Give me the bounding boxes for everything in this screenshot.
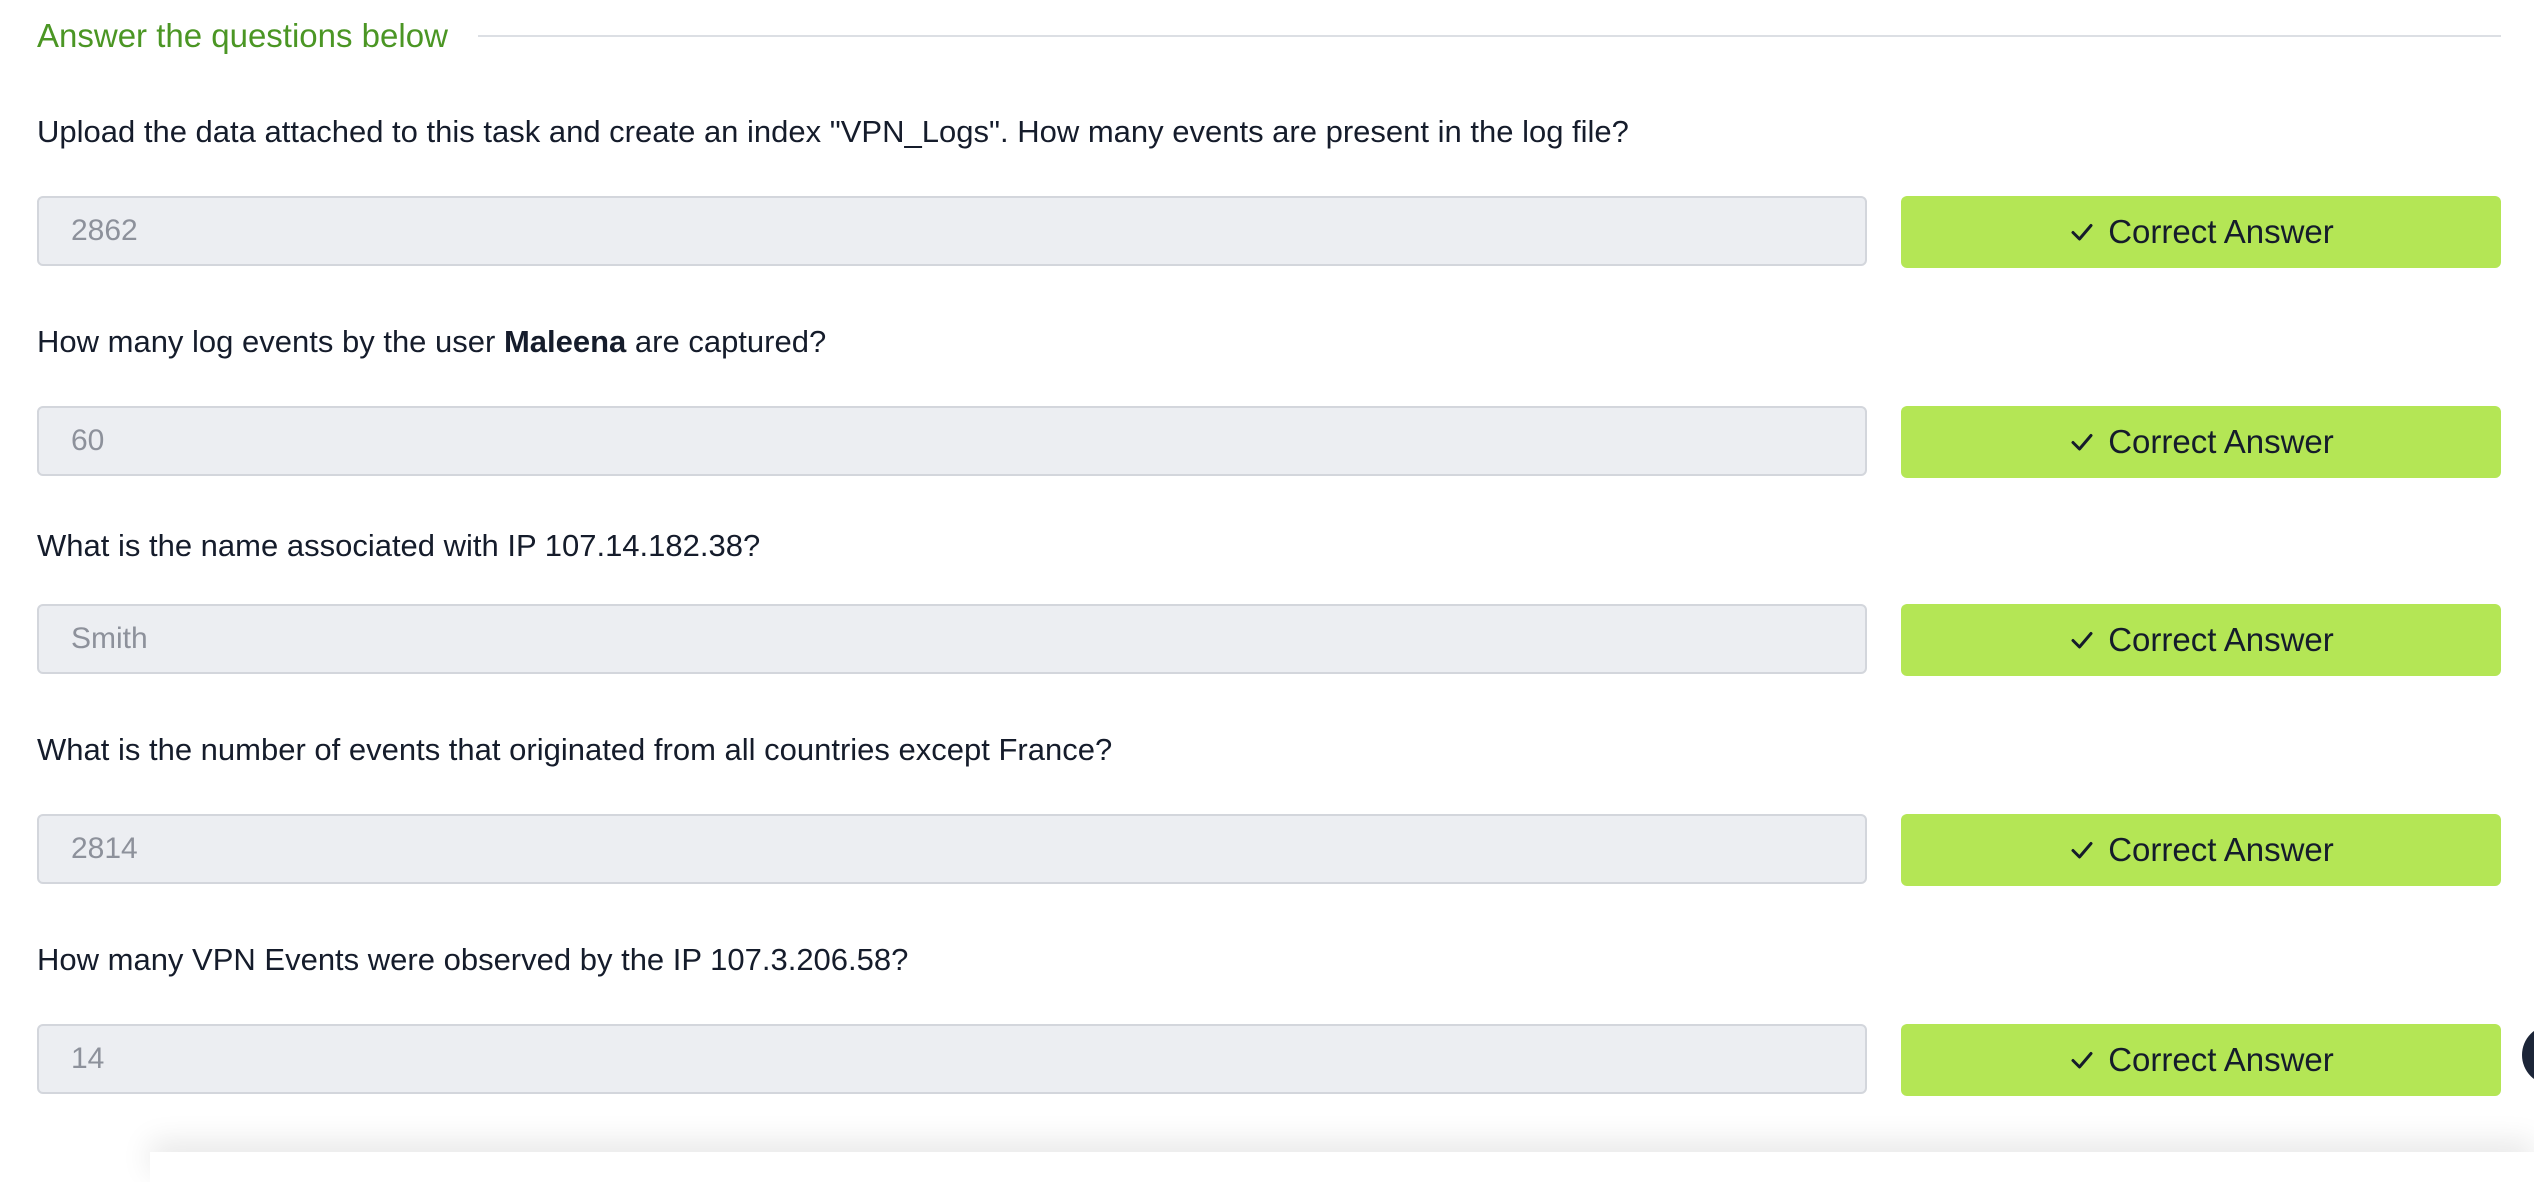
check-icon <box>2068 428 2096 456</box>
answer-3-submit-label: Correct Answer <box>2108 621 2334 658</box>
answer-2-submit-button[interactable]: Correct Answer <box>1901 406 2501 478</box>
check-icon <box>2068 1046 2096 1074</box>
answer-5-field[interactable]: 14 <box>37 1024 1867 1094</box>
question-2-text: How many log events by the user Maleena … <box>37 322 826 362</box>
check-icon <box>2068 836 2096 864</box>
answer-2-submit-label: Correct Answer <box>2108 423 2334 460</box>
bottom-panel-shadow <box>150 1152 2534 1182</box>
answer-2-field[interactable]: 60 <box>37 406 1867 476</box>
check-icon <box>2068 218 2096 246</box>
answer-3-value: Smith <box>71 622 148 655</box>
question-5-text: How many VPN Events were observed by the… <box>37 942 909 977</box>
answer-1-field[interactable]: 2862 <box>37 196 1867 266</box>
section-title: Answer the questions below <box>37 17 448 54</box>
answer-3-field[interactable]: Smith <box>37 604 1867 674</box>
question-1-text: Upload the data attached to this task an… <box>37 114 1629 149</box>
check-icon <box>2068 626 2096 654</box>
help-bubble-icon[interactable] <box>2522 1025 2534 1085</box>
question-2-username: Maleena <box>503 324 627 359</box>
question-2-text-after: are captured? <box>626 324 827 359</box>
answer-5-submit-label: Correct Answer <box>2108 1041 2334 1078</box>
answer-1-submit-label: Correct Answer <box>2108 213 2334 250</box>
answer-4-field[interactable]: 2814 <box>37 814 1867 884</box>
question-4-text: What is the number of events that origin… <box>37 732 1113 767</box>
answer-4-value: 2814 <box>71 832 138 865</box>
answer-1-value: 2862 <box>71 214 138 247</box>
answer-1-submit-button[interactable]: Correct Answer <box>1901 196 2501 268</box>
answer-5-submit-button[interactable]: Correct Answer <box>1901 1024 2501 1096</box>
answer-5-value: 14 <box>71 1042 105 1075</box>
answer-2-value: 60 <box>71 424 105 457</box>
question-3-text: What is the name associated with IP 107.… <box>37 528 761 563</box>
questions-section-header: Answer the questions below <box>37 12 2501 60</box>
answer-3-submit-button[interactable]: Correct Answer <box>1901 604 2501 676</box>
answer-4-submit-label: Correct Answer <box>2108 831 2334 868</box>
question-2-text-before: How many log events by the user <box>37 324 504 359</box>
section-divider <box>477 35 2501 37</box>
answer-4-submit-button[interactable]: Correct Answer <box>1901 814 2501 886</box>
